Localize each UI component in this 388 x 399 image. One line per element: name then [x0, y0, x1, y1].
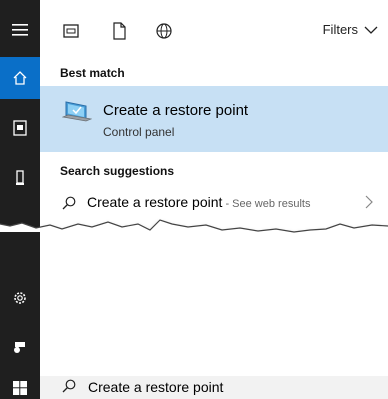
home-button[interactable]: [0, 57, 40, 99]
home-icon: [13, 71, 27, 85]
search-query-text[interactable]: Create a restore point: [88, 379, 223, 395]
documents-nav-button[interactable]: [0, 110, 40, 146]
documents-filter-button[interactable]: [110, 22, 128, 40]
search-suggestions-heading: Search suggestions: [60, 164, 175, 178]
apps-filter-button[interactable]: [62, 22, 80, 40]
device-nav-button[interactable]: [0, 160, 40, 196]
best-match-subtitle: Control panel: [103, 125, 175, 139]
documents-icon: [113, 22, 126, 40]
filters-dropdown[interactable]: Filters: [323, 22, 378, 37]
document-icon: [13, 120, 27, 136]
web-filter-button[interactable]: [155, 22, 173, 40]
search-icon: [62, 379, 76, 398]
left-nav-rail: [0, 0, 40, 399]
apps-icon: [63, 24, 79, 38]
taskbar-search-box[interactable]: Create a restore point: [40, 376, 388, 399]
restore-point-laptop-icon: [61, 100, 93, 133]
device-icon: [16, 170, 24, 185]
hamburger-menu-button[interactable]: [0, 10, 40, 50]
hamburger-menu-icon: [12, 24, 28, 36]
settings-gear-icon: [14, 292, 26, 304]
settings-button[interactable]: [0, 280, 40, 316]
best-match-heading: Best match: [60, 66, 125, 80]
filters-label: Filters: [322, 22, 358, 37]
start-button[interactable]: [0, 376, 40, 399]
feedback-button[interactable]: [0, 328, 40, 364]
best-match-title: Create a restore point: [103, 102, 249, 119]
web-globe-icon: [156, 23, 172, 39]
torn-edge-separator: [0, 219, 388, 278]
filter-toolbar: Filters: [40, 0, 388, 60]
chevron-down-icon: [364, 26, 378, 34]
search-results-panel: Filters Best match Create a restore poin…: [40, 0, 388, 399]
user-feedback-icon: [14, 342, 25, 353]
best-match-result[interactable]: Create a restore point Control panel: [40, 86, 388, 152]
windows-start-icon: [13, 380, 27, 395]
